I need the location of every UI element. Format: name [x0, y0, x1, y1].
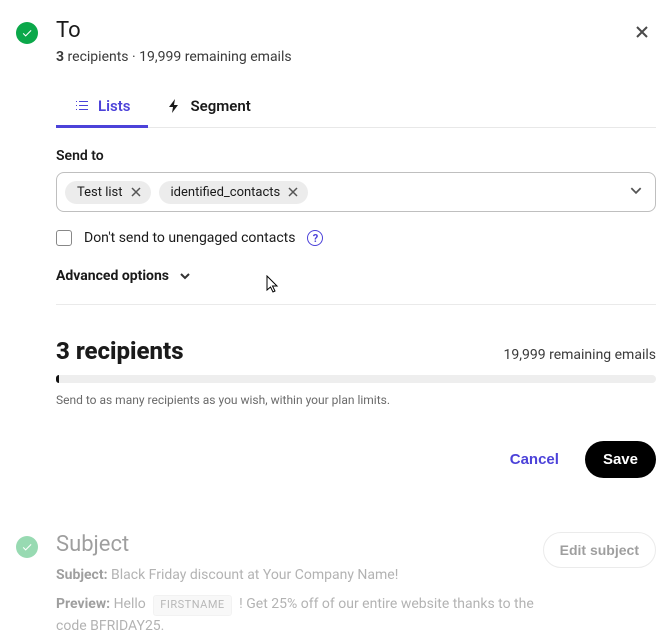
- sendto-input[interactable]: Test list identified_contacts: [56, 172, 656, 212]
- tab-lists[interactable]: Lists: [56, 87, 148, 128]
- remaining-emails: 19,999 remaining emails: [504, 347, 656, 363]
- unengaged-label: Don't send to unengaged contacts: [84, 230, 295, 246]
- save-button[interactable]: Save: [585, 441, 656, 478]
- tab-lists-label: Lists: [98, 97, 130, 115]
- dropdown-toggle[interactable]: [629, 183, 643, 202]
- list-icon: [74, 98, 90, 114]
- close-icon: [634, 24, 650, 40]
- chevron-down-icon: [629, 184, 643, 198]
- check-icon: [16, 22, 38, 44]
- bolt-icon: [166, 98, 182, 114]
- unengaged-checkbox[interactable]: [56, 230, 72, 246]
- header-row: To 3 recipients · 19,999 remaining email…: [16, 18, 656, 65]
- quota-hint: Send to as many recipients as you wish, …: [56, 393, 656, 407]
- advanced-options-toggle[interactable]: Advanced options: [56, 268, 656, 284]
- send-mode-tabs: Lists Segment: [56, 87, 656, 128]
- subject-header: Subject Subject: Black Friday discount a…: [16, 532, 656, 637]
- recipients-row: 3 recipients 19,999 remaining emails: [56, 337, 656, 365]
- subject-value: Black Friday discount at Your Company Na…: [111, 567, 398, 583]
- header-content: To 3 recipients · 19,999 remaining email…: [56, 18, 628, 65]
- subject-content: Subject Subject: Black Friday discount a…: [56, 532, 543, 637]
- preview-line: Preview: Hello FIRSTNAME ! Get 25% off o…: [56, 594, 543, 637]
- to-section: To 3 recipients · 19,999 remaining email…: [0, 0, 672, 508]
- help-icon[interactable]: ?: [307, 230, 323, 246]
- advanced-label: Advanced options: [56, 268, 169, 284]
- edit-subject-button[interactable]: Edit subject: [543, 532, 656, 568]
- chevron-down-icon: [179, 270, 191, 282]
- divider: [56, 304, 656, 305]
- tab-segment-label: Segment: [190, 97, 250, 115]
- preview-label: Preview:: [56, 596, 110, 612]
- quota-progress-fill: [56, 375, 59, 383]
- action-row: Cancel Save: [56, 441, 656, 508]
- recipient-summary: 3 recipients · 19,999 remaining emails: [56, 49, 628, 65]
- subject-title: Subject: [56, 532, 543, 557]
- recipients-count: 3 recipients: [56, 337, 184, 365]
- tab-segment[interactable]: Segment: [148, 87, 268, 128]
- unengaged-row: Don't send to unengaged contacts ?: [56, 230, 656, 246]
- check-icon: [16, 536, 38, 558]
- recipient-count-bold: 3: [56, 49, 64, 65]
- cancel-button[interactable]: Cancel: [492, 441, 577, 478]
- sendto-section: Send to Test list identified_contacts Do…: [56, 148, 656, 284]
- section-title: To: [56, 18, 628, 43]
- merge-tag: FIRSTNAME: [153, 595, 231, 616]
- list-pill: identified_contacts: [159, 181, 309, 204]
- sendto-label: Send to: [56, 148, 656, 164]
- pill-label: Test list: [77, 185, 123, 200]
- subject-line: Subject: Black Friday discount at Your C…: [56, 565, 543, 586]
- close-icon: [131, 187, 141, 197]
- remaining-summary: 19,999 remaining emails: [139, 49, 291, 65]
- remove-pill-button[interactable]: [286, 185, 300, 199]
- close-button[interactable]: [628, 18, 656, 46]
- subject-label: Subject:: [56, 567, 108, 583]
- quota-progress: [56, 375, 656, 383]
- subject-section: Subject Subject: Black Friday discount a…: [0, 516, 672, 637]
- pill-label: identified_contacts: [171, 185, 281, 200]
- list-pill: Test list: [65, 181, 151, 204]
- close-icon: [288, 187, 298, 197]
- preview-hello: Hello: [114, 596, 146, 612]
- remove-pill-button[interactable]: [129, 185, 143, 199]
